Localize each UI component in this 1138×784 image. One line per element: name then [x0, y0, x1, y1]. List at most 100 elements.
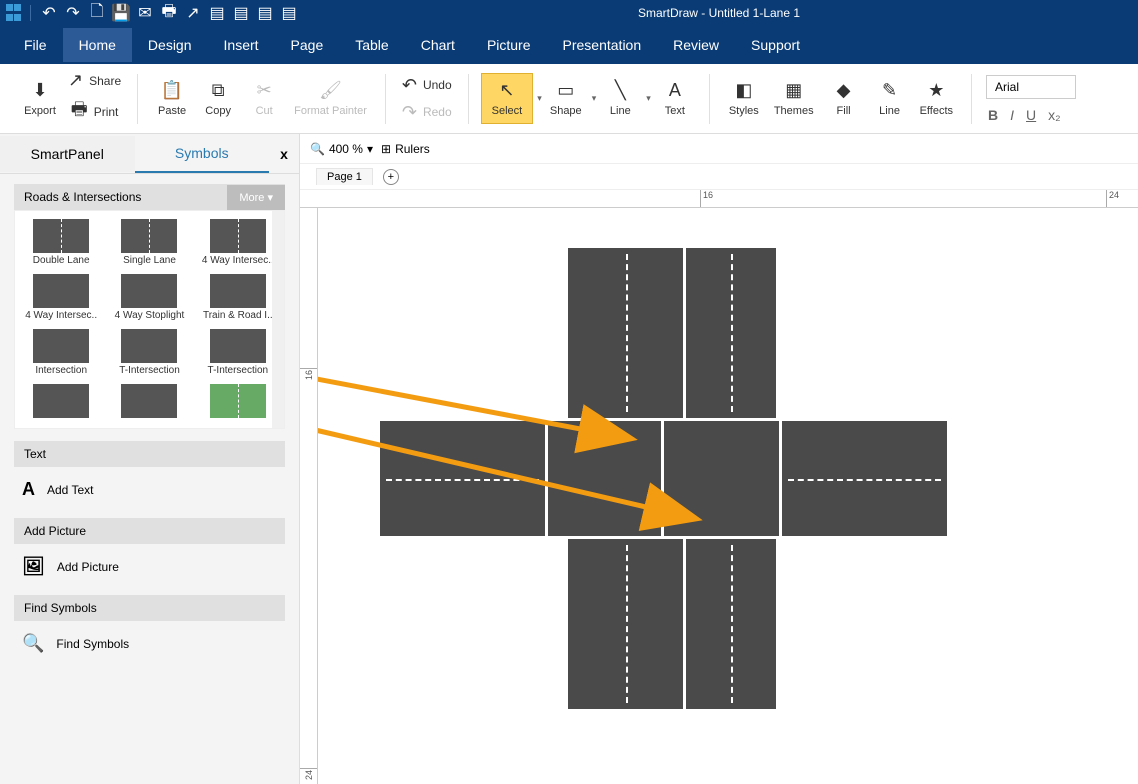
rulers-toggle[interactable]: ⊞ Rulers — [381, 142, 430, 156]
brush-icon: 🖌 — [319, 80, 342, 101]
shape-button[interactable]: ▭Shape — [544, 78, 588, 119]
symbol-4way-2[interactable]: 4 Way Intersec.. — [19, 272, 103, 323]
canvas-paper[interactable] — [318, 208, 1138, 784]
title-bar: ↶ ↷ 🗋 💾 ✉ 🖶 ↗ ▤ ▤ ▤ ▤ SmartDraw - Untitl… — [0, 0, 1138, 26]
symbol-extra-2[interactable] — [107, 382, 191, 422]
styles-icon: ◧ — [735, 80, 752, 101]
italic-button[interactable]: I — [1010, 107, 1014, 123]
export-ppt-icon[interactable]: ▤ — [280, 4, 298, 22]
pen-icon: ✎ — [882, 80, 897, 101]
symbol-single-lane[interactable]: Single Lane — [107, 217, 191, 268]
effects-button[interactable]: ★Effects — [914, 78, 959, 119]
symbol-4way-stoplight[interactable]: 4 Way Stoplight — [107, 272, 191, 323]
window-title: SmartDraw - Untitled 1-Lane 1 — [338, 6, 800, 20]
symbol-intersection[interactable]: Intersection — [19, 327, 103, 378]
close-panel-button[interactable]: x — [269, 146, 299, 162]
redo-icon[interactable]: ↷ — [64, 4, 82, 22]
menu-insert[interactable]: Insert — [208, 28, 275, 62]
fill-bucket-icon: ◆ — [837, 80, 851, 101]
paste-button[interactable]: 📋Paste — [150, 78, 194, 119]
chevron-down-icon: ▾ — [267, 192, 273, 204]
format-painter-button[interactable]: 🖌Format Painter — [288, 78, 373, 119]
road-top-right[interactable] — [686, 248, 776, 418]
smartpanel-tab[interactable]: SmartPanel — [0, 136, 135, 172]
export-button[interactable]: ⬇Export — [18, 78, 62, 119]
road-mid-right[interactable] — [782, 421, 947, 536]
symbol-double-lane[interactable]: Double Lane — [19, 217, 103, 268]
menu-review[interactable]: Review — [657, 28, 735, 62]
chevron-down-icon: ▾ — [367, 142, 373, 156]
themes-button[interactable]: ▦Themes — [768, 78, 820, 119]
export-word-icon[interactable]: ▤ — [232, 4, 250, 22]
page-tab-1[interactable]: Page 1 — [316, 168, 373, 185]
road-bottom-left[interactable] — [568, 539, 683, 709]
road-mid-left[interactable] — [380, 421, 545, 536]
share-arrow-icon: ↗ — [68, 70, 83, 91]
symbol-train-road[interactable]: Train & Road I.. — [196, 272, 280, 323]
menu-page[interactable]: Page — [275, 28, 340, 62]
library-header: Roads & Intersections More ▾ — [14, 184, 285, 210]
underline-button[interactable]: U — [1026, 107, 1036, 123]
add-picture-button[interactable]: 🖼 Add Picture — [14, 544, 285, 589]
sidebar: SmartPanel Symbols x Roads & Intersectio… — [0, 134, 300, 784]
road-top-left[interactable] — [568, 248, 683, 418]
text-button[interactable]: AText — [653, 78, 697, 119]
menu-chart[interactable]: Chart — [405, 28, 471, 62]
palette-icon: ▦ — [785, 80, 802, 101]
menu-picture[interactable]: Picture — [471, 28, 547, 62]
find-section-header: Find Symbols — [14, 595, 285, 621]
redo-button[interactable]: ↷Redo — [398, 100, 456, 125]
print-icon[interactable]: 🖶 — [160, 4, 178, 22]
styles-button[interactable]: ◧Styles — [722, 78, 766, 119]
share-icon[interactable]: ↗ — [184, 4, 202, 22]
scrollbar-thumb[interactable] — [273, 251, 283, 291]
canvas-toolbar: 🔍 400 % ▾ ⊞ Rulers — [300, 134, 1138, 164]
save-icon[interactable]: 💾 — [112, 4, 130, 22]
library-title: Roads & Intersections — [14, 184, 227, 210]
symbol-extra-3[interactable] — [196, 382, 280, 422]
menu-home[interactable]: Home — [63, 28, 132, 62]
line-button[interactable]: ╲Line — [598, 78, 642, 119]
symbol-4way-1[interactable]: 4 Way Intersec.. — [196, 217, 280, 268]
symbol-t-intersection-1[interactable]: T-Intersection — [107, 327, 191, 378]
road-center-right[interactable] — [664, 421, 779, 536]
app-logo-icon — [6, 4, 24, 22]
menu-presentation[interactable]: Presentation — [547, 28, 658, 62]
menu-support[interactable]: Support — [735, 28, 816, 62]
line-drawing-icon: ╲ — [615, 80, 626, 101]
ruler-icon: ⊞ — [381, 142, 391, 156]
add-text-button[interactable]: A Add Text — [14, 467, 285, 512]
menu-file[interactable]: File — [8, 28, 63, 62]
subscript-button[interactable]: x₂ — [1048, 107, 1060, 123]
add-page-button[interactable]: + — [383, 169, 399, 185]
undo-icon[interactable]: ↶ — [40, 4, 58, 22]
select-button[interactable]: ↖Select — [481, 73, 534, 124]
cut-button[interactable]: ✂Cut — [242, 78, 286, 119]
find-symbols-button[interactable]: 🔍 Find Symbols — [14, 621, 285, 666]
road-bottom-right[interactable] — [686, 539, 776, 709]
symbol-extra-1[interactable] — [19, 382, 103, 422]
zoom-control[interactable]: 🔍 400 % ▾ — [310, 142, 373, 156]
print-button[interactable]: 🖶Print — [64, 95, 125, 129]
fill-button[interactable]: ◆Fill — [822, 78, 866, 119]
symbols-tab[interactable]: Symbols — [135, 135, 270, 173]
menu-bar: File Home Design Insert Page Table Chart… — [0, 26, 1138, 64]
line-style-button[interactable]: ✎Line — [868, 78, 912, 119]
symbol-t-intersection-2[interactable]: T-Intersection — [196, 327, 280, 378]
export-pdf-icon[interactable]: ▤ — [208, 4, 226, 22]
menu-table[interactable]: Table — [339, 28, 404, 62]
new-icon[interactable]: 🗋 — [88, 4, 106, 22]
line-dropdown-icon[interactable]: ▾ — [646, 93, 651, 104]
undo-button[interactable]: ↶Undo — [398, 73, 456, 98]
library-more-button[interactable]: More ▾ — [227, 185, 285, 210]
road-center-left[interactable] — [548, 421, 661, 536]
email-icon[interactable]: ✉ — [136, 4, 154, 22]
copy-button[interactable]: ⧉Copy — [196, 78, 240, 119]
font-selector[interactable]: Arial — [986, 75, 1076, 99]
menu-design[interactable]: Design — [132, 28, 208, 62]
share-button[interactable]: ↗Share — [64, 68, 125, 93]
export-excel-icon[interactable]: ▤ — [256, 4, 274, 22]
shape-dropdown-icon[interactable]: ▾ — [592, 93, 597, 104]
bold-button[interactable]: B — [988, 107, 998, 123]
select-dropdown-icon[interactable]: ▾ — [537, 93, 542, 104]
